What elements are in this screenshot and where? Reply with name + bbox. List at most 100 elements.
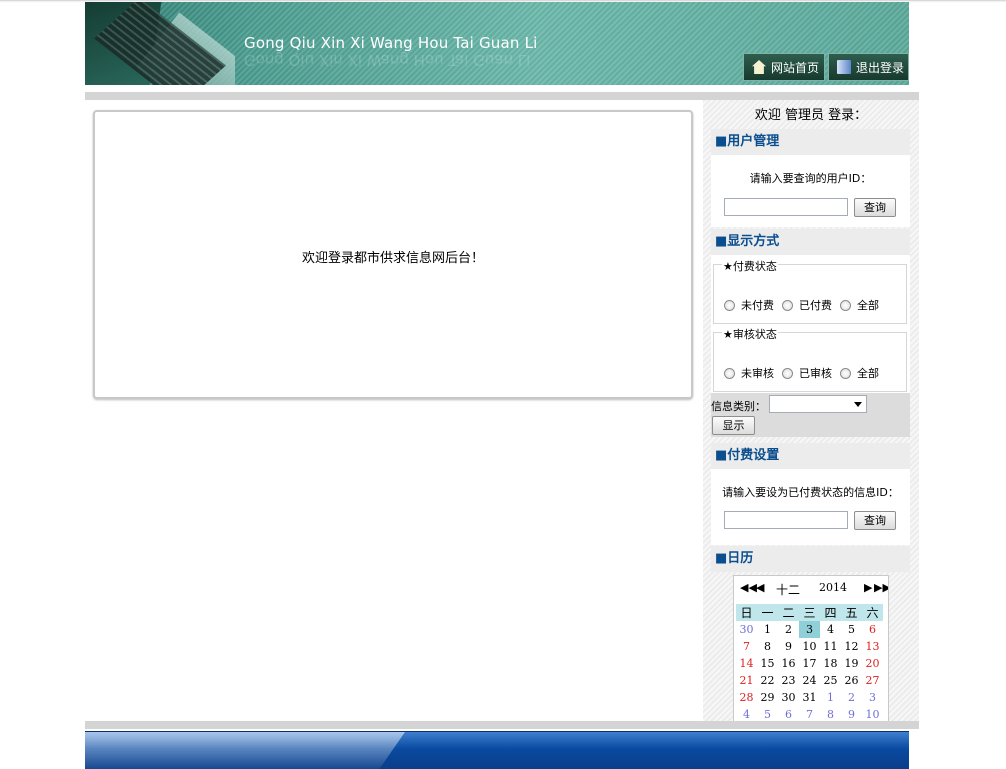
footer-banner: [85, 731, 909, 769]
radio-label: 未付费: [741, 299, 774, 312]
calendar-day[interactable]: 3: [862, 689, 883, 706]
radio-unreviewed[interactable]: 未审核: [724, 365, 774, 381]
review-status-legend: ★审核状态: [722, 326, 778, 342]
weekday-header: 三: [799, 604, 820, 621]
calendar-widget: ◀◀ ◀ 十二 2014 ▶ ▶▶ 日一二三四五六 30123456789101…: [733, 575, 889, 727]
radio-label: 全部: [857, 299, 879, 312]
payment-id-hint: 请输入要设为已付费状态的信息ID：: [722, 486, 899, 499]
calendar-day[interactable]: 30: [736, 621, 757, 638]
user-management-title: ■用户管理: [711, 129, 910, 155]
calendar-day[interactable]: 14: [736, 655, 757, 672]
logout-button-label: 退出登录: [856, 60, 905, 75]
home-button[interactable]: 网站首页: [743, 53, 825, 81]
calendar-day[interactable]: 31: [799, 689, 820, 706]
radio-circle[interactable]: [724, 367, 735, 379]
calendar-day[interactable]: 3: [799, 621, 820, 638]
payment-settings-title: ■付费设置: [711, 443, 910, 469]
calendar-day[interactable]: 21: [736, 672, 757, 689]
calendar-day[interactable]: 2: [841, 689, 862, 706]
user-id-hint: 请输入要查询的用户ID：: [749, 172, 872, 185]
radio-label: 已付费: [799, 299, 832, 312]
next-year-icon[interactable]: ▶▶: [874, 581, 888, 594]
calendar-day[interactable]: 18: [820, 655, 841, 672]
bottom-divider: [85, 721, 919, 729]
calendar-day[interactable]: 29: [757, 689, 778, 706]
calendar-day[interactable]: 24: [799, 672, 820, 689]
calendar-day[interactable]: 28: [736, 689, 757, 706]
calendar-week: 14 15 16 17 18 19 20: [736, 655, 883, 672]
radio-label: 全部: [857, 367, 879, 380]
category-select[interactable]: [769, 395, 867, 413]
calendar-day[interactable]: 13: [862, 638, 883, 655]
calendar-week: 7 8 9 10 11 12 13: [736, 638, 883, 655]
calendar-day[interactable]: 2: [778, 621, 799, 638]
radio-label: 未审核: [741, 367, 774, 380]
radio-all-payment[interactable]: 全部: [840, 297, 879, 313]
weekday-header: 六: [862, 604, 883, 621]
radio-reviewed[interactable]: 已审核: [782, 365, 832, 381]
payment-status-group: ★付费状态 未付费 已付费 全部: [713, 258, 907, 324]
main-panel: 欢迎登录都市供求信息网后台！: [93, 110, 693, 399]
calendar-day[interactable]: 7: [736, 638, 757, 655]
payment-id-input[interactable]: [724, 511, 848, 529]
logout-button[interactable]: 退出登录: [828, 53, 909, 81]
calendar-week: 21 22 23 24 25 26 27: [736, 672, 883, 689]
home-button-label: 网站首页: [771, 60, 820, 75]
calendar-day[interactable]: 19: [841, 655, 862, 672]
calendar-month[interactable]: 十二: [776, 581, 800, 598]
calendar-day[interactable]: 23: [778, 672, 799, 689]
radio-unpaid[interactable]: 未付费: [724, 297, 774, 313]
calendar-day[interactable]: 17: [799, 655, 820, 672]
calendar-day[interactable]: 1: [757, 621, 778, 638]
radio-circle[interactable]: [782, 367, 793, 379]
calendar-week: 30 1 2 3 4 5 6: [736, 621, 883, 638]
chevron-down-icon: [854, 402, 862, 407]
review-status-group: ★审核状态 未审核 已审核 全部: [713, 326, 907, 392]
calendar-day[interactable]: 5: [841, 621, 862, 638]
next-month-icon[interactable]: ▶: [864, 581, 872, 594]
radio-circle[interactable]: [840, 299, 851, 311]
calendar-day[interactable]: 4: [820, 621, 841, 638]
weekday-header: 二: [778, 604, 799, 621]
sidebar: 欢迎 管理员 登录： ■用户管理 请输入要查询的用户ID： 查询 ■显示方式 ★…: [703, 100, 919, 727]
calendar-day[interactable]: 26: [841, 672, 862, 689]
calendar-day[interactable]: 16: [778, 655, 799, 672]
review-status-options: 未审核 已审核 全部: [724, 365, 887, 381]
calendar-nav: ◀◀ ◀ 十二 2014 ▶ ▶▶: [734, 576, 888, 600]
calendar-day[interactable]: 20: [862, 655, 883, 672]
calendar-day[interactable]: 1: [820, 689, 841, 706]
calendar-day[interactable]: 22: [757, 672, 778, 689]
radio-label: 已审核: [799, 367, 832, 380]
prev-month-icon[interactable]: ◀: [756, 581, 764, 594]
calendar-day[interactable]: 6: [862, 621, 883, 638]
user-management-panel: 请输入要查询的用户ID： 查询: [711, 155, 910, 227]
calendar-day[interactable]: 15: [757, 655, 778, 672]
radio-paid[interactable]: 已付费: [782, 297, 832, 313]
radio-circle[interactable]: [724, 299, 735, 311]
calendar-day[interactable]: 12: [841, 638, 862, 655]
radio-circle[interactable]: [782, 299, 793, 311]
calendar-day[interactable]: 11: [820, 638, 841, 655]
user-query-button[interactable]: 查询: [854, 198, 896, 217]
calendar-day[interactable]: 27: [862, 672, 883, 689]
calendar-day[interactable]: 9: [778, 638, 799, 655]
payment-query-button[interactable]: 查询: [854, 511, 896, 530]
user-id-input[interactable]: [724, 198, 848, 216]
prev-year-icon[interactable]: ◀◀: [740, 581, 757, 594]
calendar-day[interactable]: 8: [757, 638, 778, 655]
top-divider: [85, 92, 919, 100]
logout-icon: [837, 60, 851, 74]
weekday-header: 五: [841, 604, 862, 621]
radio-all-review[interactable]: 全部: [840, 365, 879, 381]
show-button[interactable]: 显示: [712, 416, 755, 435]
payment-status-legend: ★付费状态: [722, 258, 778, 274]
site-title-reflection: Gong Qiu Xin Xi Wang Hou Tai Guan Li: [244, 51, 531, 69]
calendar-year[interactable]: 2014: [819, 581, 847, 594]
calendar-day[interactable]: 10: [799, 638, 820, 655]
display-mode-title: ■显示方式: [711, 229, 910, 255]
calendar-day[interactable]: 25: [820, 672, 841, 689]
radio-circle[interactable]: [840, 367, 851, 379]
calendar-day[interactable]: 30: [778, 689, 799, 706]
calendar-title: ■日历: [711, 546, 910, 572]
category-area: 信息类别： 显示: [711, 393, 910, 437]
